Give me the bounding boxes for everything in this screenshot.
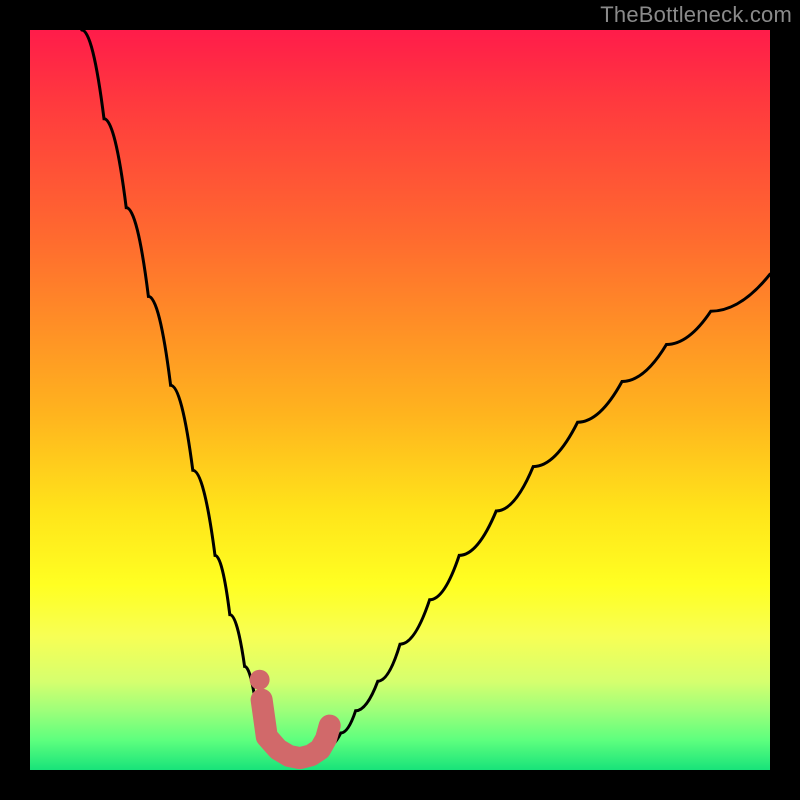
curve-left-branch [82, 30, 274, 748]
bottleneck-highlight-dot [250, 670, 270, 690]
bottleneck-highlight [262, 700, 330, 758]
chart-svg [0, 0, 800, 800]
chart-frame: TheBottleneck.com [0, 0, 800, 800]
watermark-text: TheBottleneck.com [600, 2, 792, 28]
curve-right-branch [326, 274, 770, 748]
